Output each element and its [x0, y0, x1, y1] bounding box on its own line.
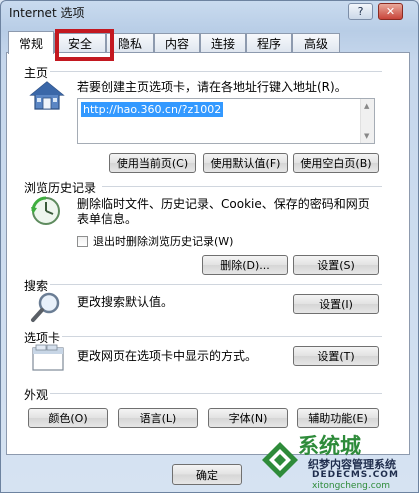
help-button[interactable]: ? — [348, 3, 373, 20]
colors-button[interactable]: 颜色(O) — [28, 408, 108, 428]
tab-advanced[interactable]: 高级 — [292, 33, 340, 52]
home-url-value: http://hao.360.cn/?z1002 — [81, 102, 224, 117]
history-settings-button[interactable]: 设置(S) — [293, 255, 379, 275]
magnifier-icon — [30, 291, 64, 323]
home-description: 若要创建主页选项卡，请在各地址行键入地址(R)。 — [77, 80, 347, 94]
use-current-button[interactable]: 使用当前页(C) — [109, 153, 196, 173]
history-clock-icon — [30, 195, 64, 227]
divider — [102, 186, 382, 187]
tab-connections[interactable]: 连接 — [200, 33, 246, 52]
delete-on-exit-checkbox[interactable] — [77, 236, 88, 247]
watermark-domain: DEDECMS.COM — [312, 470, 399, 480]
search-description: 更改搜索默认值。 — [77, 295, 174, 309]
use-blank-button[interactable]: 使用空白页(B) — [293, 153, 379, 173]
window-title: Internet 选项 — [9, 6, 85, 20]
delete-history-button[interactable]: 删除(D)... — [202, 255, 288, 275]
history-heading: 浏览历史记录 — [24, 181, 97, 195]
browser-tabs-icon — [32, 344, 66, 372]
appearance-heading: 外观 — [24, 388, 49, 402]
watermark: 系统城 织梦内容管理系统 DEDECMS.COM xitongcheng.com — [258, 430, 418, 493]
divider — [50, 393, 382, 394]
divider — [50, 71, 382, 72]
watermark-url: xitongcheng.com — [312, 481, 390, 491]
textarea-scrollbar[interactable]: ▲ ▼ — [360, 99, 374, 143]
tab-content[interactable]: 内容 — [154, 33, 200, 52]
divider — [62, 336, 382, 337]
close-icon: ✕ — [385, 5, 396, 18]
watermark-logo-icon — [262, 442, 298, 478]
security-tab-highlight-box — [55, 29, 114, 61]
house-icon — [29, 80, 65, 112]
scroll-down-icon[interactable]: ▼ — [364, 132, 369, 140]
tab-general[interactable]: 常规 — [8, 31, 54, 54]
accessibility-button[interactable]: 辅助功能(E) — [297, 408, 379, 428]
help-icon: ? — [357, 5, 364, 18]
tab-programs[interactable]: 程序 — [246, 33, 292, 52]
use-default-button[interactable]: 使用默认值(F) — [203, 153, 288, 173]
tabs-description: 更改网页在选项卡中显示的方式。 — [77, 349, 258, 363]
tabs-settings-button[interactable]: 设置(T) — [293, 346, 379, 366]
fonts-button[interactable]: 字体(N) — [208, 408, 288, 428]
divider — [50, 284, 382, 285]
search-settings-button[interactable]: 设置(I) — [293, 294, 379, 314]
ok-button[interactable]: 确定 — [172, 464, 242, 485]
home-url-textarea[interactable]: http://hao.360.cn/?z1002 ▲ ▼ — [77, 98, 375, 144]
close-button[interactable]: ✕ — [378, 3, 403, 20]
languages-button[interactable]: 语言(L) — [118, 408, 198, 428]
history-description: 删除临时文件、历史记录、Cookie、保存的密码和网页表单信息。 — [77, 197, 370, 226]
delete-on-exit-label: 退出时删除浏览历史记录(W) — [93, 235, 234, 248]
home-heading: 主页 — [24, 66, 49, 80]
scroll-up-icon[interactable]: ▲ — [364, 102, 369, 110]
